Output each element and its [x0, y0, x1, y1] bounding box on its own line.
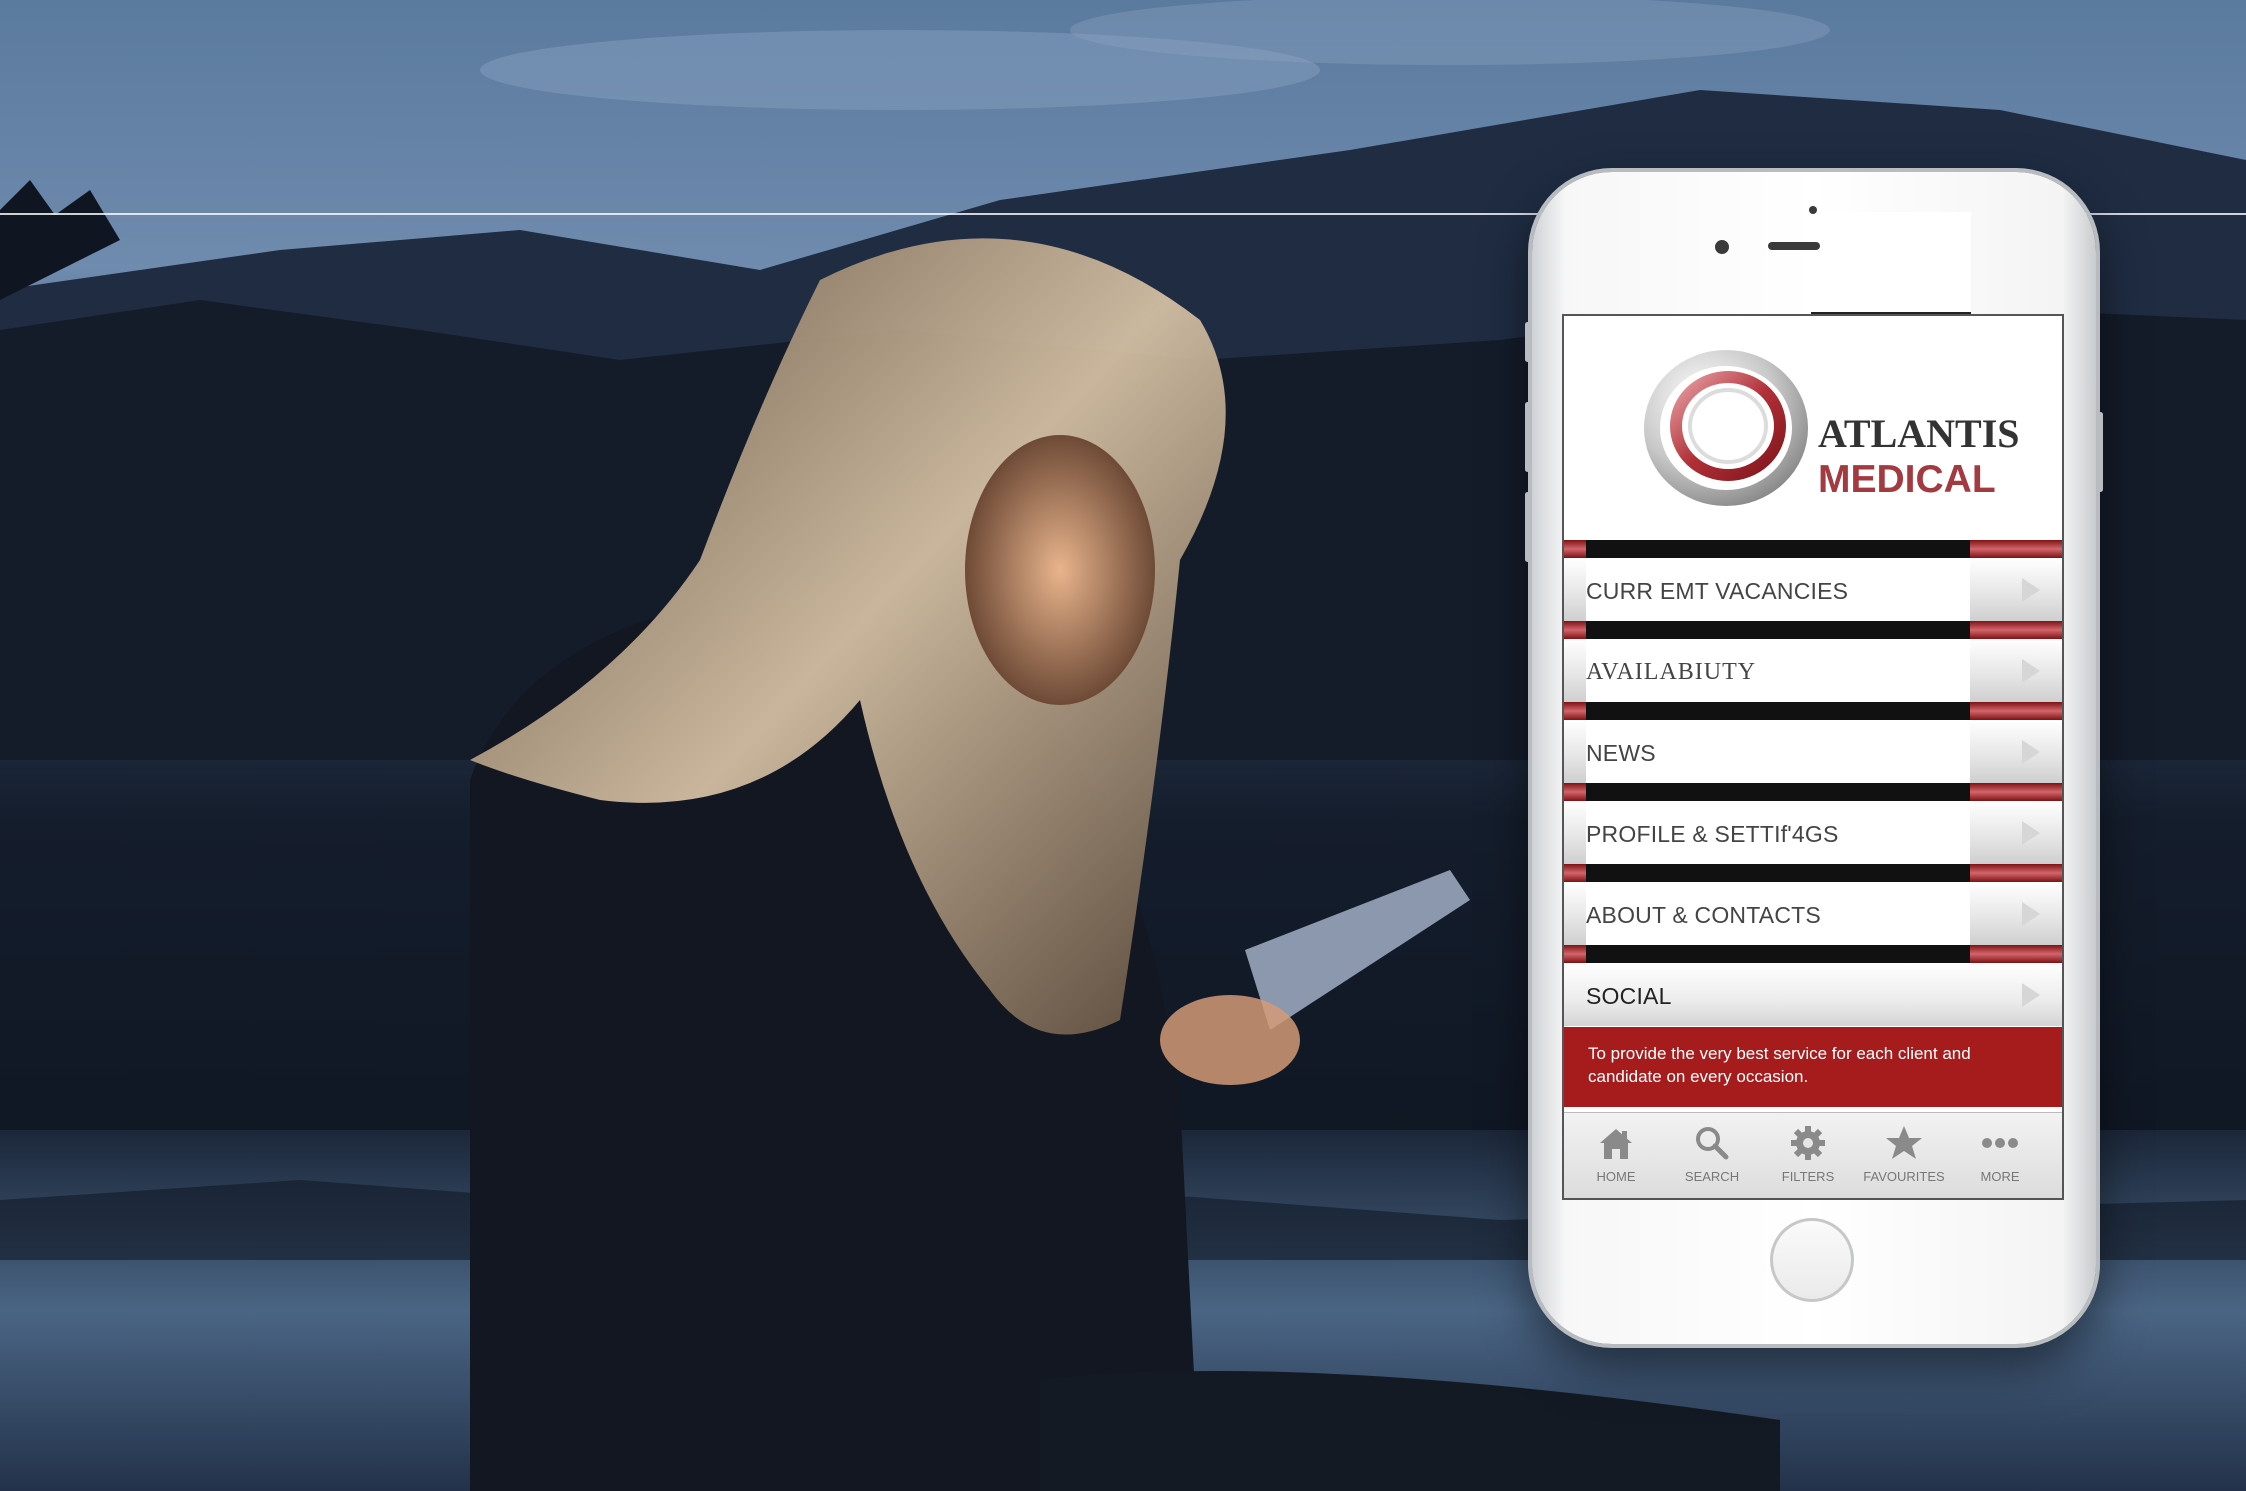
menu-separator-cap-right — [1970, 864, 2062, 882]
chevron-right-icon — [2022, 659, 2040, 683]
menu-item-label: ABOUT & CONTACTS — [1586, 902, 1821, 928]
app-screen: ATLANTIS MEDICAL CURR EMT VACANCIES AVAI… — [1562, 314, 2064, 1200]
tab-more[interactable]: MORE — [1952, 1113, 2048, 1198]
phone-volume-up — [1525, 402, 1530, 472]
menu-item-label: AVAILABIUTY — [1586, 659, 1757, 685]
menu-row-edge — [1564, 720, 1586, 783]
tab-home[interactable]: HOME — [1568, 1113, 1664, 1198]
tab-label: SEARCH — [1684, 1169, 1740, 1184]
menu-row-edge — [1564, 882, 1586, 945]
atlantis-logo-icon — [1644, 350, 1808, 506]
more-dots-icon — [1982, 1138, 2018, 1148]
main-menu: CURR EMT VACANCIES AVAILABIUTY NEWS PROF… — [1564, 540, 2062, 1026]
menu-item-news[interactable]: NEWS — [1564, 702, 2062, 783]
menu-item-vacancies[interactable]: CURR EMT VACANCIES — [1564, 540, 2062, 621]
brand-subtitle: MEDICAL — [1818, 458, 1996, 501]
menu-item-about-contacts[interactable]: ABOUT & CONTACTS — [1564, 864, 2062, 945]
phone-home-button[interactable] — [1770, 1218, 1854, 1302]
tab-label: FILTERS — [1781, 1169, 1835, 1184]
front-sensor — [1809, 206, 1817, 214]
menu-separator-cap-left — [1564, 540, 1586, 558]
chevron-right-icon — [2022, 740, 2040, 764]
mission-banner: To provide the very best service for eac… — [1564, 1027, 2062, 1107]
menu-separator-cap-left — [1564, 621, 1586, 639]
menu-item-availability[interactable]: AVAILABIUTY — [1564, 621, 2062, 702]
earpiece-speaker — [1768, 242, 1820, 250]
search-icon — [1696, 1127, 1729, 1160]
menu-row-edge — [1564, 558, 1586, 621]
phone-volume-down — [1525, 492, 1530, 562]
menu-separator-cap-left — [1564, 702, 1586, 720]
menu-item-profile-settings[interactable]: PROFILE & SETTIf'4GS — [1564, 783, 2062, 864]
menu-item-label: SOCIAL — [1586, 983, 1672, 1009]
tab-search[interactable]: SEARCH — [1664, 1113, 1760, 1198]
menu-separator-cap-right — [1970, 783, 2062, 801]
chevron-right-icon — [2022, 983, 2040, 1007]
menu-row-edge — [1564, 801, 1586, 864]
chevron-right-icon — [2022, 821, 2040, 845]
tab-favourites[interactable]: FAVOURITES — [1856, 1113, 1952, 1198]
top-mask — [1811, 212, 1971, 315]
menu-item-label: CURR EMT VACANCIES — [1586, 578, 1849, 604]
phone-mute-switch — [1525, 322, 1530, 362]
menu-separator-cap-left — [1564, 864, 1586, 882]
tab-label: FAVOURITES — [1863, 1169, 1945, 1184]
menu-separator-cap-right — [1970, 621, 2062, 639]
menu-item-social[interactable]: SOCIAL — [1564, 945, 2062, 1026]
tab-label: MORE — [1980, 1169, 2020, 1184]
tab-label: HOME — [1596, 1169, 1636, 1184]
menu-item-label: PROFILE & SETTIf'4GS — [1586, 821, 1839, 847]
gear-icon — [1791, 1126, 1825, 1160]
menu-separator-cap-left — [1564, 783, 1586, 801]
menu-row-edge — [1970, 558, 2062, 621]
phone-power-button — [2098, 412, 2103, 492]
home-icon — [1600, 1129, 1632, 1159]
menu-item-label: NEWS — [1586, 740, 1656, 766]
menu-separator-cap-left — [1564, 945, 1586, 963]
front-camera — [1715, 240, 1729, 254]
menu-row-edge — [1564, 639, 1586, 702]
phone-mockup: ATLANTIS MEDICAL CURR EMT VACANCIES AVAI… — [1525, 172, 2103, 1344]
menu-separator-cap-right — [1970, 702, 2062, 720]
mission-text: To provide the very best service for eac… — [1588, 1044, 1971, 1086]
menu-row-edge — [1970, 801, 2062, 864]
menu-row-edge — [1970, 882, 2062, 945]
menu-row-edge — [1970, 720, 2062, 783]
chevron-right-icon — [2022, 578, 2040, 602]
bottom-tab-bar: HOME SEARCH FILTERS FAVOURITES MORE — [1564, 1112, 2062, 1198]
tab-filters[interactable]: FILTERS — [1760, 1113, 1856, 1198]
brand-name: ATLANTIS — [1818, 411, 2020, 456]
menu-separator-cap-right — [1970, 540, 2062, 558]
chevron-right-icon — [2022, 902, 2040, 926]
menu-separator-cap-right — [1970, 945, 2062, 963]
menu-row-edge — [1970, 639, 2062, 702]
star-icon — [1886, 1126, 1922, 1159]
marketing-scene: ATLANTIS MEDICAL CURR EMT VACANCIES AVAI… — [0, 0, 2246, 1491]
